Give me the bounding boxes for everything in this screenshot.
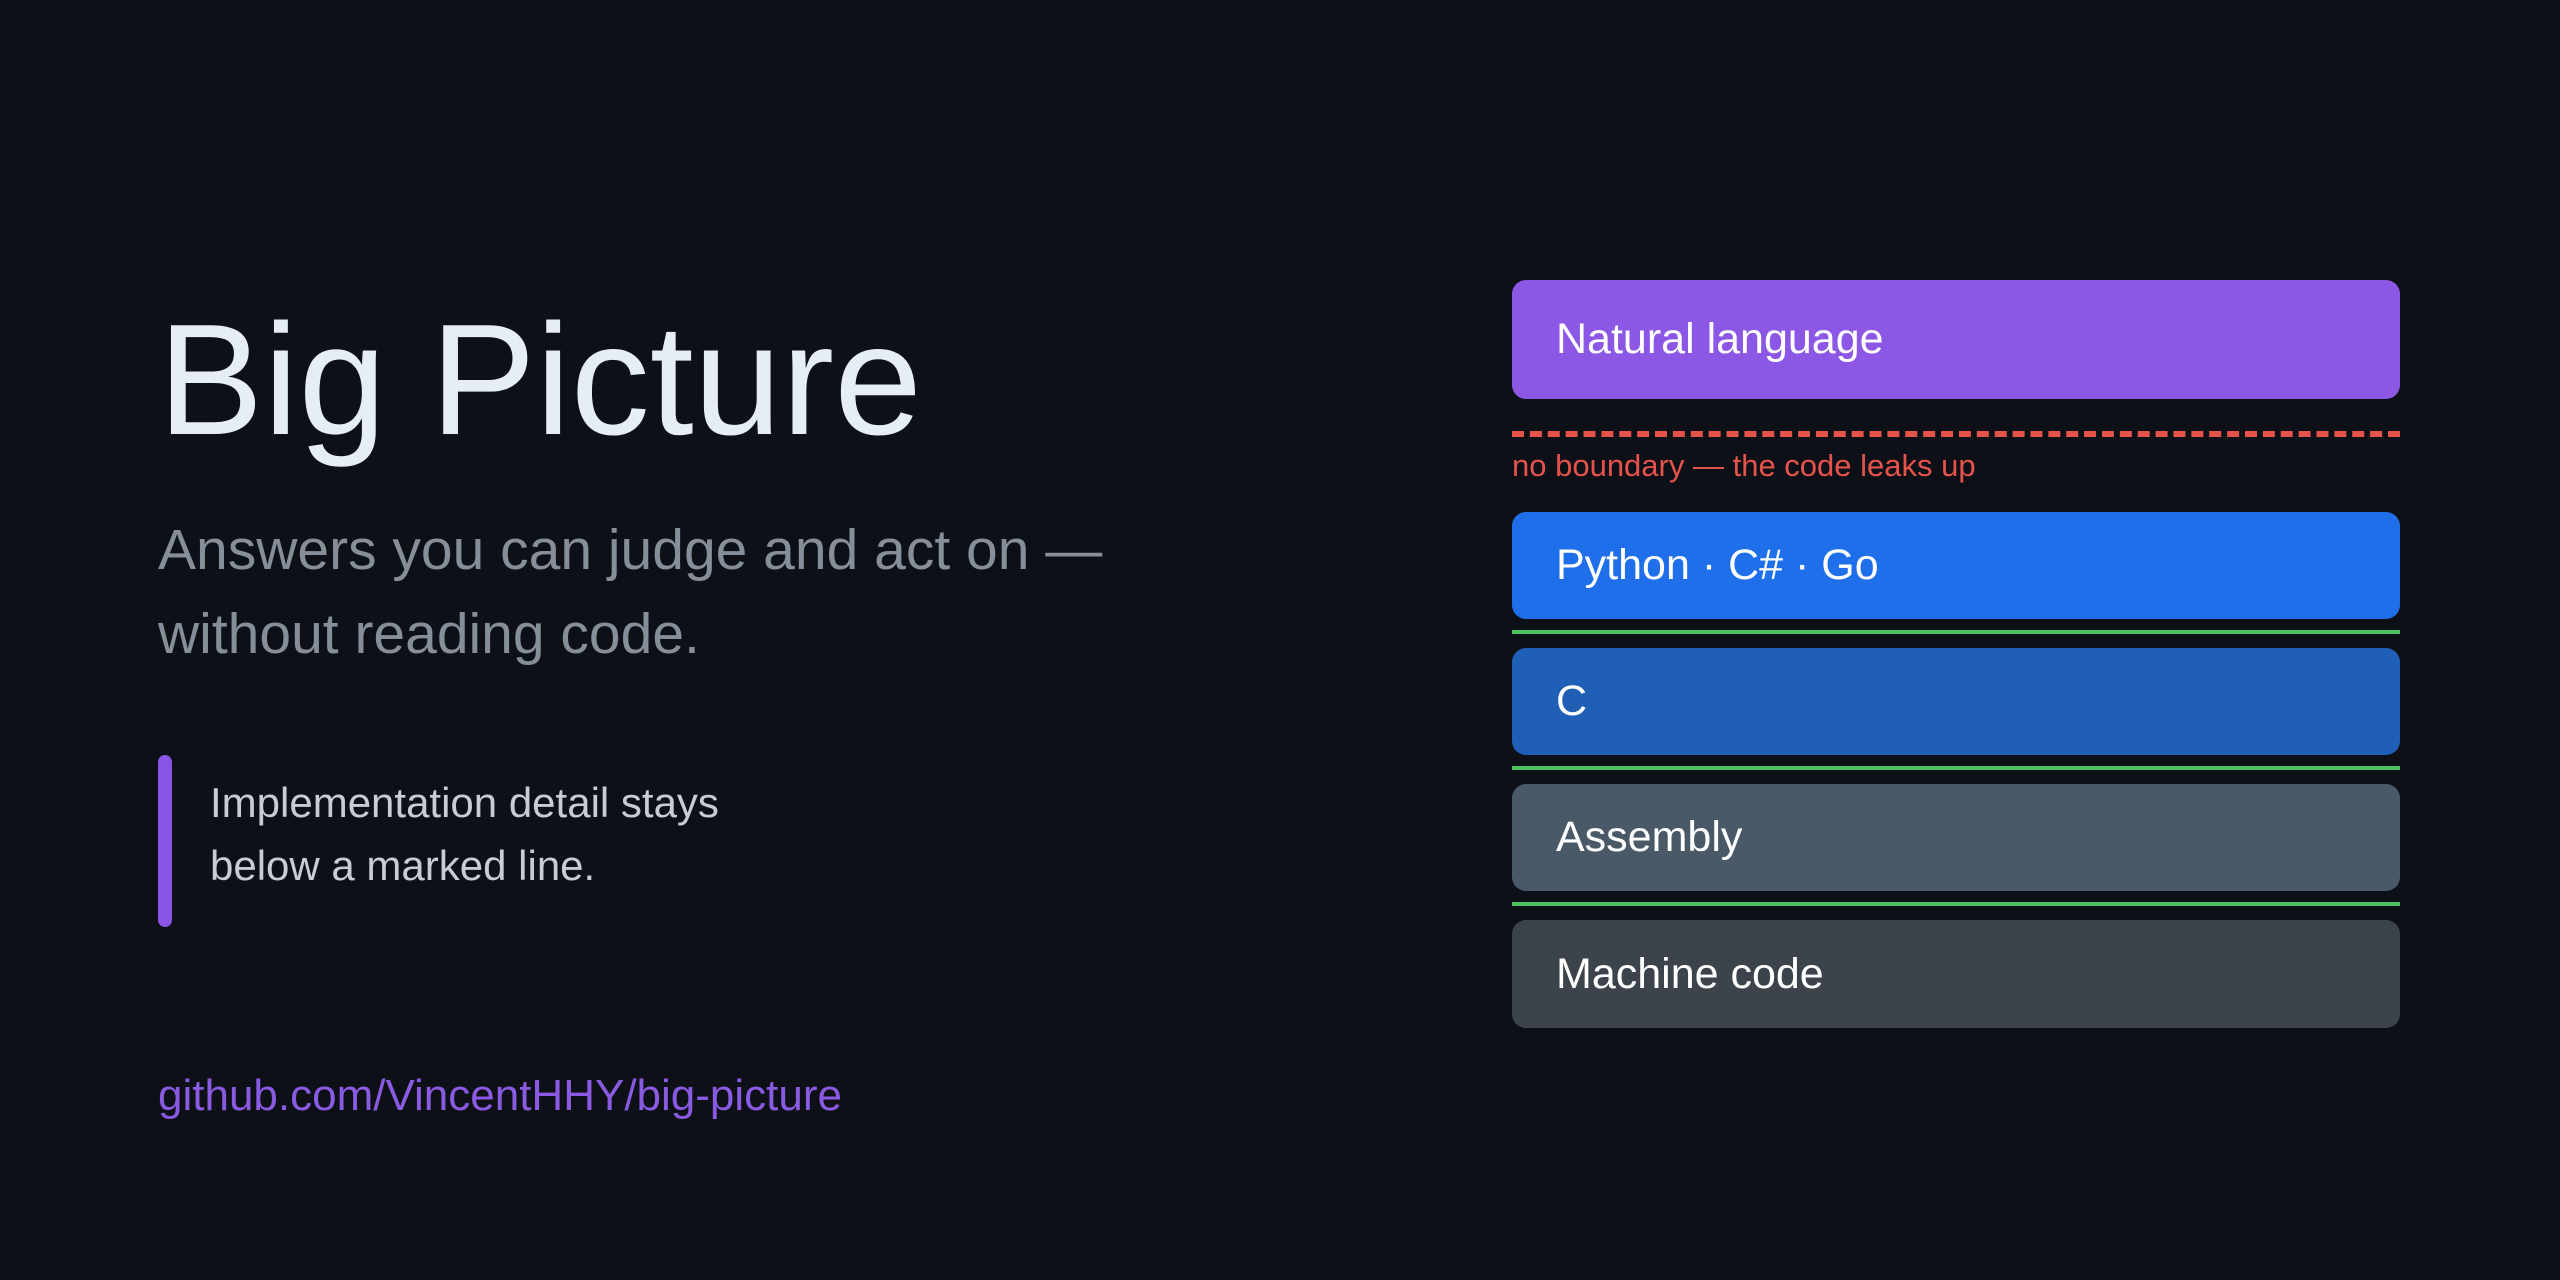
boundary-line [1512, 630, 2400, 634]
boundary-line [1512, 766, 2400, 770]
repo-link[interactable]: github.com/VincentHHY/big-picture [158, 1066, 842, 1126]
callout-accent-bar [158, 755, 172, 927]
subtitle: Answers you can judge and act on — witho… [158, 518, 1103, 666]
no-boundary-dashed-line [1512, 431, 2400, 437]
boundary-line [1512, 902, 2400, 906]
callout-text: Implementation detail stays below a mark… [210, 779, 719, 889]
callout: Implementation detail stays below a mark… [158, 755, 830, 927]
slide: Big Picture Answers you can judge and ac… [0, 0, 2560, 1280]
layer-python-csharp-go: Python · C# · Go [1512, 512, 2400, 619]
boundary-note: no boundary — the code leaks up [1512, 448, 1976, 483]
layer-assembly: Assembly [1512, 784, 2400, 891]
layer-c: C [1512, 648, 2400, 755]
page-title: Big Picture [158, 292, 923, 468]
layer-machine-code: Machine code [1512, 920, 2400, 1028]
layer-natural-language: Natural language [1512, 280, 2400, 399]
